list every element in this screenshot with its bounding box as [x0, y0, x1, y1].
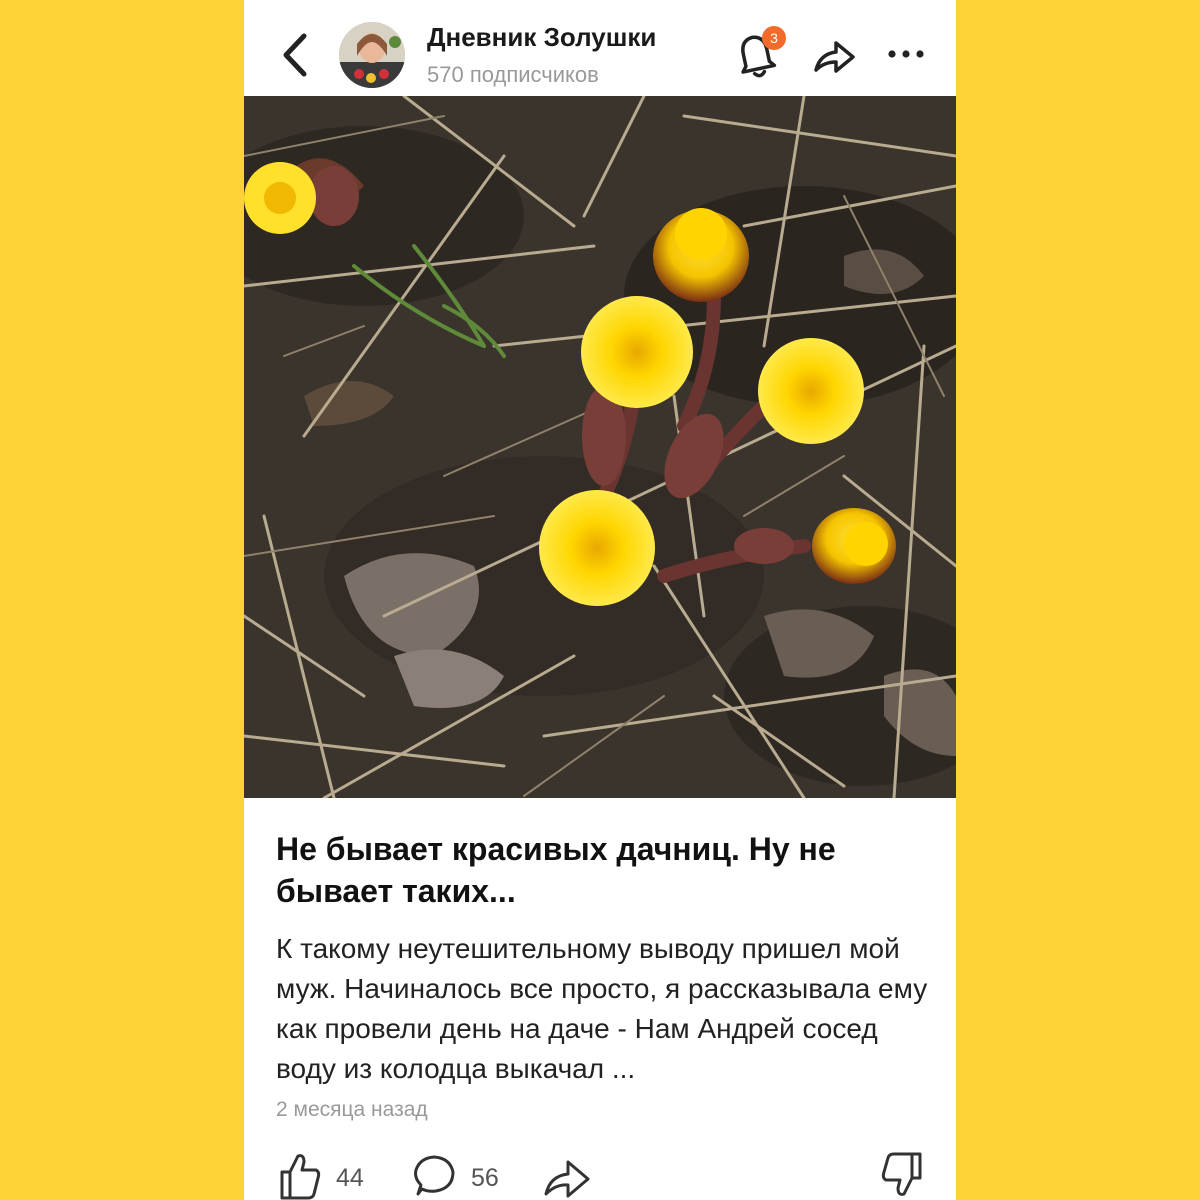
dislike-button[interactable]: [880, 1150, 924, 1200]
post-actions: 44 56: [244, 1140, 956, 1200]
comment-icon: [414, 1155, 455, 1196]
coltsfoot-flowers-photo: [244, 94, 956, 800]
share-post-button[interactable]: [542, 1152, 592, 1200]
channel-name[interactable]: Дневник Золушки: [427, 22, 656, 53]
like-count: 44: [336, 1164, 364, 1192]
back-button[interactable]: [274, 30, 314, 80]
more-options-button[interactable]: [884, 36, 928, 72]
dislike-icon: [881, 1152, 922, 1196]
share-channel-button[interactable]: [810, 32, 858, 80]
post-card: Дневник Золушки 570 подписчиков 3 Не быв…: [244, 0, 956, 1200]
more-icon: [888, 50, 924, 58]
like-icon: [280, 1154, 321, 1200]
comment-count: 56: [471, 1164, 499, 1192]
flower-3: [581, 296, 693, 408]
notification-badge: 3: [762, 26, 786, 50]
post-title[interactable]: Не бывает красивых дачниц. Ну не бывает …: [276, 828, 916, 912]
back-arrow-icon: [283, 33, 307, 77]
avatar-image: [339, 22, 405, 88]
like-button[interactable]: [278, 1150, 322, 1200]
post-date: 2 месяца назад: [276, 1098, 428, 1121]
flower-5: [539, 490, 655, 606]
channel-avatar[interactable]: [339, 22, 405, 88]
channel-header: Дневник Золушки 570 подписчиков 3: [244, 0, 956, 96]
subscriber-count: 570 подписчиков: [427, 62, 599, 87]
share-icon: [814, 41, 855, 73]
flower-1: [244, 162, 316, 234]
flower-4: [758, 338, 864, 444]
post-image[interactable]: [244, 94, 956, 800]
post-excerpt[interactable]: К такому неутешительному выводу пришел м…: [276, 929, 936, 1089]
comment-button[interactable]: [410, 1152, 458, 1200]
flower-6: [812, 508, 896, 584]
share-icon: [544, 1160, 590, 1198]
